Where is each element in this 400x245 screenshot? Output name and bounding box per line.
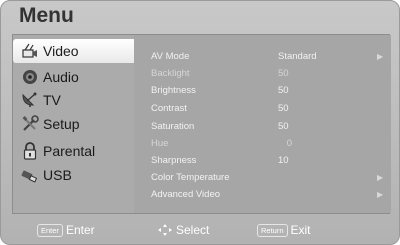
footer-hints: Enter Enter Select Return Exit — [12, 221, 390, 241]
sidebar-item-label: Setup — [43, 116, 80, 132]
setting-value: 50 — [278, 103, 289, 114]
setting-row-contrast[interactable]: Contrast 50 — [134, 101, 391, 116]
right-arrow-icon: ▶ — [377, 190, 384, 199]
padlock-icon — [21, 142, 39, 160]
setting-row-color-temperature[interactable]: Color Temperature ▶ — [134, 170, 391, 185]
exit-hint-label: Exit — [290, 223, 311, 237]
sidebar-item-label: TV — [43, 92, 61, 108]
setting-value: 50 — [278, 68, 289, 79]
setting-label: Hue — [151, 138, 169, 149]
setting-row-hue[interactable]: Hue 0 — [134, 136, 391, 151]
sidebar: Video Audio TV Setup Parental USB — [13, 35, 134, 213]
sidebar-item-label: Video — [43, 43, 79, 59]
enter-hint: Enter Enter — [37, 223, 95, 237]
setting-value: 10 — [278, 155, 289, 166]
exit-hint: Return Exit — [257, 223, 311, 237]
sidebar-item-label: Parental — [43, 143, 96, 159]
setting-value: 50 — [278, 85, 289, 96]
setting-value: 0 — [286, 138, 292, 149]
setting-label: Color Temperature — [151, 172, 230, 183]
satellite-dish-icon — [21, 91, 39, 109]
setting-row-saturation[interactable]: Saturation 50 — [134, 119, 391, 134]
enter-hint-label: Enter — [65, 223, 95, 237]
right-arrow-icon: ▶ — [377, 173, 384, 182]
sidebar-item-audio[interactable]: Audio — [13, 65, 134, 89]
tools-icon — [21, 115, 39, 133]
setting-label: Sharpness — [151, 155, 197, 166]
sidebar-item-tv[interactable]: TV — [13, 88, 134, 112]
setting-row-advanced-video[interactable]: Advanced Video ▶ — [134, 187, 391, 202]
sidebar-item-usb[interactable]: USB — [13, 163, 134, 187]
right-arrow-icon: ▶ — [377, 52, 384, 61]
sidebar-item-label: Audio — [43, 69, 79, 85]
select-hint: Select — [158, 223, 209, 237]
sidebar-item-video[interactable]: Video — [13, 39, 134, 63]
setting-label: AV Mode — [151, 51, 190, 62]
setting-row-sharpness[interactable]: Sharpness 10 — [134, 153, 391, 168]
enter-key-icon: Enter — [37, 223, 63, 237]
setting-label: Backlight — [151, 68, 190, 79]
setting-row-brightness[interactable]: Brightness 50 — [134, 83, 391, 98]
setting-label: Brightness — [151, 85, 196, 96]
sidebar-item-label: USB — [43, 167, 72, 183]
sidebar-item-setup[interactable]: Setup — [13, 112, 134, 136]
video-settings-panel: AV Mode Standard ▶ Backlight 50 Brightne… — [134, 35, 391, 213]
menu-title: Menu — [19, 4, 74, 27]
video-camera-icon — [21, 42, 39, 60]
return-key-icon: Return — [257, 223, 288, 237]
setting-label: Advanced Video — [151, 189, 221, 200]
setting-row-backlight[interactable]: Backlight 50 — [134, 66, 391, 81]
setting-label: Contrast — [151, 103, 187, 114]
navigation-arrows-icon — [158, 224, 172, 236]
speaker-icon — [21, 68, 39, 86]
sidebar-item-parental[interactable]: Parental — [13, 139, 134, 163]
setting-row-av-mode[interactable]: AV Mode Standard ▶ — [134, 49, 391, 64]
menu-window: Menu Video Audio TV Setup Parental USB A… — [0, 0, 400, 245]
menu-panel: Video Audio TV Setup Parental USB AV Mod… — [12, 34, 391, 214]
setting-value: 50 — [278, 121, 289, 132]
select-hint-label: Select — [176, 223, 210, 237]
setting-value: Standard — [278, 51, 317, 62]
setting-label: Saturation — [151, 121, 195, 132]
usb-plug-icon — [21, 166, 39, 184]
